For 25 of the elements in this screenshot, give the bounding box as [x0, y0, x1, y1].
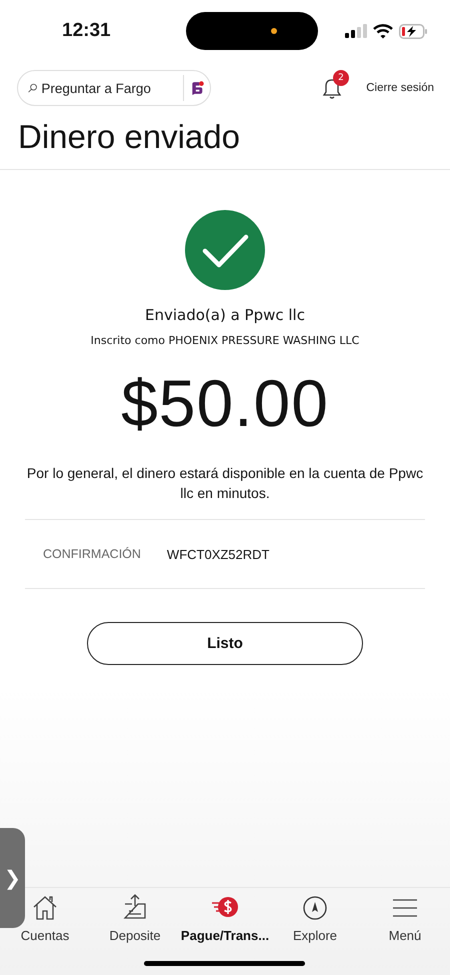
nav-tab[interactable]: Explore — [270, 894, 360, 975]
nav-tab[interactable]: Menú — [360, 894, 450, 975]
logout-link[interactable]: Cierre sesión — [366, 82, 434, 94]
enrolled-name: Inscrito como PHOENIX PRESSURE WASHING LLC — [90, 334, 360, 347]
page-title: Dinero enviado — [0, 108, 450, 170]
done-button[interactable]: Listo — [87, 622, 363, 665]
confirmation-label: CONFIRMACIÓN — [43, 547, 141, 561]
status-time: 12:31 — [62, 20, 112, 42]
compass-icon — [301, 894, 329, 922]
notification-count: 2 — [333, 70, 349, 86]
search-field[interactable]: Preguntar a Fargo — [41, 80, 182, 96]
house-icon — [31, 894, 59, 922]
nav-tab[interactable]: Deposite — [90, 894, 180, 975]
amount: $50.00 — [121, 365, 329, 441]
side-handle[interactable]: ❯ — [0, 828, 25, 928]
wifi-icon — [373, 24, 393, 38]
search-bar[interactable]: Preguntar a Fargo — [17, 70, 211, 106]
camera-cutout-icon — [186, 12, 318, 50]
success-check-icon — [185, 210, 265, 290]
recipient-text: Enviado(a) a Ppwc llc — [145, 306, 305, 324]
availability-note: Por lo general, el dinero estará disponible en la cuenta de Ppwc llc en minutos. — [26, 464, 424, 503]
nav-tab[interactable]: Pague/Trans... — [180, 894, 270, 975]
battery-charging-icon — [399, 24, 428, 38]
signal-icon — [345, 24, 367, 38]
confirmation-number: WFCT0XZ52RDT — [166, 546, 270, 562]
